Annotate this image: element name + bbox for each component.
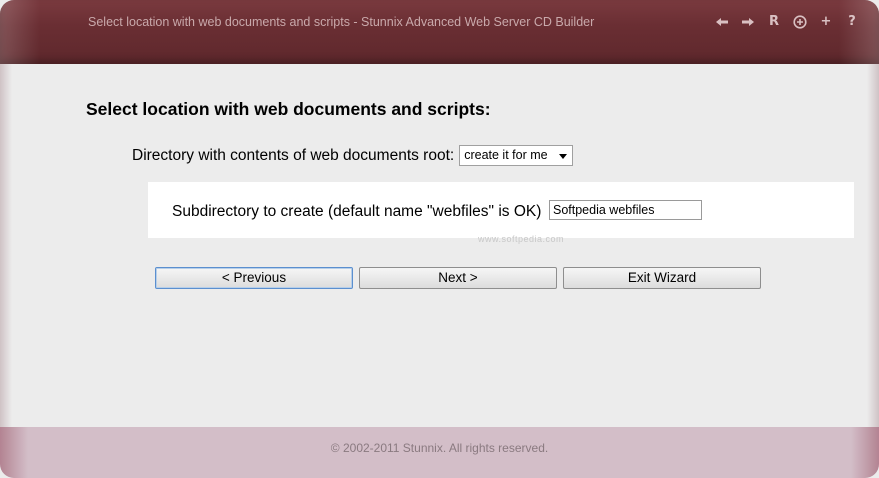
next-button[interactable]: Next > (359, 267, 557, 289)
back-arrow-icon[interactable] (715, 13, 729, 31)
help-icon[interactable]: ? (845, 13, 859, 31)
page-heading: Select location with web documents and s… (86, 99, 491, 119)
forward-arrow-icon[interactable] (741, 13, 755, 31)
directory-select[interactable]: create it for me (459, 145, 574, 166)
title-bar: Select location with web documents and s… (0, 0, 879, 64)
watermark: www.softpedia.com (478, 234, 565, 244)
toolbar-icons: R + ? (715, 13, 859, 31)
wizard-content: Select location with web documents and s… (0, 64, 879, 427)
app-window: Select location with web documents and s… (0, 0, 879, 478)
directory-select-value: create it for me (464, 148, 548, 162)
subdirectory-panel: Subdirectory to create (default name "we… (148, 182, 854, 238)
subdirectory-input[interactable] (549, 200, 702, 220)
window-title: Select location with web documents and s… (88, 15, 595, 29)
chevron-down-icon (559, 154, 568, 159)
reload-icon[interactable]: R (767, 13, 781, 31)
zoom-in-icon[interactable] (793, 13, 807, 31)
copyright-text: © 2002-2011 Stunnix. All rights reserved… (330, 441, 549, 455)
previous-button[interactable]: < Previous (155, 267, 353, 289)
directory-label: Directory with contents of web documents… (132, 146, 455, 164)
plus-icon[interactable]: + (819, 13, 833, 31)
directory-row: Directory with contents of web documents… (132, 145, 574, 166)
footer: © 2002-2011 Stunnix. All rights reserved… (0, 427, 879, 478)
exit-wizard-button[interactable]: Exit Wizard (563, 267, 761, 289)
subdirectory-label: Subdirectory to create (default name "we… (172, 203, 542, 220)
